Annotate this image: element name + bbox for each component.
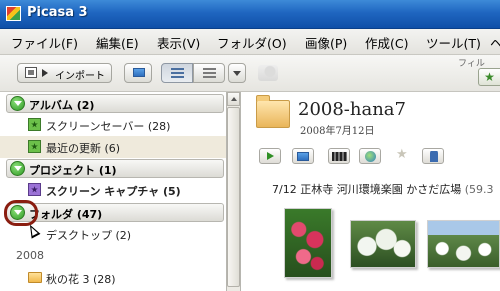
projects-section-title: プロジェクト (1) bbox=[29, 164, 117, 177]
film-icon bbox=[332, 152, 347, 161]
window-title: Picasa 3 bbox=[27, 5, 88, 20]
menu-tools[interactable]: ツール(T) bbox=[426, 33, 481, 52]
title-bar: Picasa 3 bbox=[0, 0, 500, 29]
album-icon bbox=[28, 140, 41, 153]
tree-view-icon bbox=[203, 68, 216, 78]
import-icon bbox=[25, 67, 37, 78]
album-caption-text: 7/12 正林寺 河川環境楽園 かさだ広場 bbox=[272, 183, 462, 196]
menu-bar: ファイル(F) 編集(E) 表示(V) フォルダ(O) 画像(P) 作成(C) … bbox=[0, 29, 500, 55]
album-item-label: 最近の更新 (6) bbox=[46, 142, 121, 155]
chevron-down-icon bbox=[233, 71, 241, 76]
tree-view-button[interactable] bbox=[193, 63, 225, 83]
album-caption-meta: (59.3 bbox=[464, 183, 494, 196]
menu-picture[interactable]: 画像(P) bbox=[305, 33, 347, 52]
picasa-window: Picasa 3 ファイル(F) 編集(E) 表示(V) フォルダ(O) 画像(… bbox=[0, 0, 500, 291]
album-caption: 7/12 正林寺 河川環境楽園 かさだ広場 (59.3 bbox=[272, 181, 494, 197]
menu-folder[interactable]: フォルダ(O) bbox=[217, 33, 287, 52]
collapse-toggle-icon[interactable] bbox=[10, 161, 25, 176]
folder-item-label: デスクトップ (2) bbox=[46, 229, 132, 242]
geotag-button[interactable] bbox=[359, 148, 381, 164]
picasa-app-icon bbox=[6, 6, 21, 21]
star-icon: ★ bbox=[484, 70, 495, 84]
add-album-icon bbox=[133, 68, 145, 77]
add-to-album-button[interactable] bbox=[124, 63, 152, 83]
project-item-label: スクリーン キャプチャ (5) bbox=[46, 185, 181, 198]
folders-section-header[interactable]: フォルダ (47) bbox=[6, 203, 224, 222]
view-menu-button[interactable] bbox=[228, 63, 246, 83]
import-button[interactable]: インポート bbox=[17, 63, 112, 83]
scroll-thumb[interactable] bbox=[227, 107, 240, 287]
album-item[interactable]: 最近の更新 (6) bbox=[0, 136, 226, 158]
menu-edit[interactable]: 編集(E) bbox=[96, 33, 139, 52]
album-view: 2008-hana7 2008年7月12日 ★ 7/12 正林寺 河川環境楽園 … bbox=[241, 92, 500, 291]
album-date: 2008年7月12日 bbox=[300, 126, 375, 137]
folder-item[interactable]: 秋の花 3 (28) bbox=[0, 267, 226, 289]
folder-item-label: 秋の花 3 (28) bbox=[46, 273, 116, 286]
slideshow-button[interactable] bbox=[259, 148, 281, 164]
album-item[interactable]: スクリーンセーバー (28) bbox=[0, 114, 226, 136]
import-label: インポート bbox=[55, 71, 105, 82]
people-button[interactable] bbox=[422, 148, 444, 164]
list-view-button[interactable] bbox=[161, 63, 193, 83]
album-item-label: スクリーンセーバー (28) bbox=[46, 120, 171, 133]
folder-list-panel: アルバム (2) スクリーンセーバー (28) 最近の更新 (6) プロジェクト… bbox=[0, 92, 227, 291]
person-icon bbox=[430, 151, 438, 162]
menu-create[interactable]: 作成(C) bbox=[365, 33, 408, 52]
menu-help[interactable]: ヘ bbox=[490, 33, 500, 52]
albums-section-title: アルバム (2) bbox=[29, 99, 95, 112]
folders-section-title: フォルダ (47) bbox=[29, 208, 103, 221]
folder-list-scrollbar[interactable] bbox=[227, 92, 241, 291]
folder-icon bbox=[28, 272, 42, 283]
add-picture-button[interactable] bbox=[292, 148, 314, 164]
album-title: 2008-hana7 bbox=[298, 99, 406, 120]
album-icon bbox=[28, 118, 41, 131]
photo-thumbnail[interactable] bbox=[350, 220, 416, 268]
menu-view[interactable]: 表示(V) bbox=[157, 33, 200, 52]
photo-thumbnail[interactable] bbox=[284, 208, 332, 278]
projects-section-header[interactable]: プロジェクト (1) bbox=[6, 159, 224, 178]
folder-large-icon bbox=[256, 95, 290, 128]
people-icon[interactable] bbox=[258, 65, 278, 81]
albums-section-header[interactable]: アルバム (2) bbox=[6, 94, 224, 113]
project-item[interactable]: スクリーン キャプチャ (5) bbox=[0, 179, 226, 201]
year-group-label: 2008 bbox=[16, 249, 44, 262]
picture-icon bbox=[297, 152, 309, 161]
starred-filter-button[interactable]: ★ bbox=[478, 68, 500, 86]
import-arrow-icon bbox=[42, 69, 48, 77]
star-rating-icon[interactable]: ★ bbox=[396, 147, 408, 162]
play-icon bbox=[267, 152, 274, 160]
scroll-up-arrow-icon[interactable] bbox=[227, 92, 240, 106]
photo-thumbnail[interactable] bbox=[427, 220, 500, 268]
globe-icon bbox=[365, 151, 376, 162]
toolbar: インポート bbox=[0, 55, 500, 92]
project-icon bbox=[28, 183, 41, 196]
movie-button[interactable] bbox=[328, 148, 350, 164]
collapse-toggle-icon[interactable] bbox=[10, 96, 25, 111]
menu-file[interactable]: ファイル(F) bbox=[11, 33, 78, 52]
list-view-icon bbox=[171, 68, 184, 78]
